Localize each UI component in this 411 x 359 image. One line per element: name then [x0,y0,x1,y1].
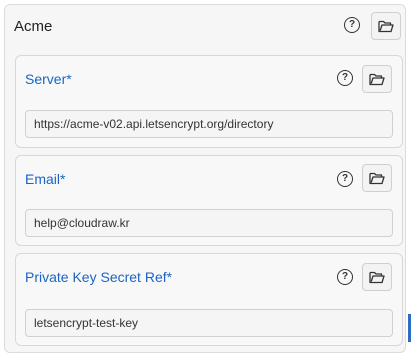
help-icon[interactable]: ? [344,17,360,33]
server-label: Server* [25,71,72,87]
email-label: Email* [25,171,66,187]
folder-button[interactable] [371,12,401,40]
server-card: Server* ? https://acme-v02.api.letsencry… [15,55,403,148]
help-icon[interactable]: ? [337,171,353,187]
folder-button[interactable] [362,164,392,192]
email-field[interactable]: help@cloudraw.kr [25,209,393,237]
folder-open-icon [369,172,385,185]
folder-open-icon [369,73,385,86]
private-key-field[interactable]: letsencrypt-test-key [25,309,393,337]
folder-button[interactable] [362,263,392,291]
acme-header: Acme ? [5,5,405,47]
private-key-card: Private Key Secret Ref* ? letsencrypt-te… [15,253,403,346]
help-icon[interactable]: ? [337,269,353,285]
section-title: Acme [14,18,53,35]
server-field[interactable]: https://acme-v02.api.letsencrypt.org/dir… [25,110,393,138]
folder-open-icon [378,20,394,33]
folder-open-icon [369,271,385,284]
private-key-label: Private Key Secret Ref* [25,269,173,285]
acme-panel: Acme ? Server* ? https://acme-v02.api.le… [4,4,406,353]
email-card: Email* ? help@cloudraw.kr [15,155,403,246]
help-icon[interactable]: ? [337,70,353,86]
folder-button[interactable] [362,65,392,93]
